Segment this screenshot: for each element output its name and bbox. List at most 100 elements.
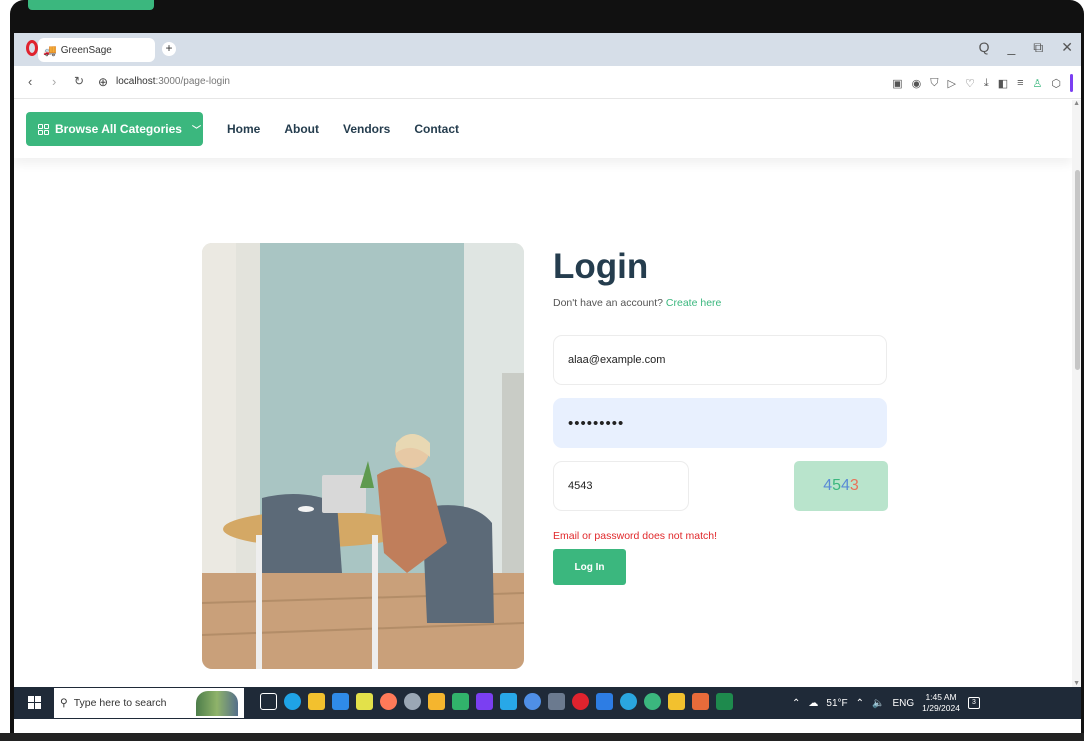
heart-icon[interactable]: ♡ — [965, 77, 975, 90]
captcha-char: 4 — [823, 477, 833, 494]
excel-icon[interactable] — [716, 693, 733, 710]
browse-categories-button[interactable]: Browse All Categories ﹀ — [26, 112, 203, 146]
chevron-down-icon: ﹀ — [191, 124, 201, 135]
weather-temp[interactable]: 51°F — [826, 698, 847, 709]
opera-logo-icon[interactable] — [26, 40, 38, 56]
address-bar: ‹ › ↻ ⊕ localhost:3000/page-login ▣ ◉ ⛉ … — [14, 66, 1081, 99]
scroll-down-icon[interactable]: ▼ — [1073, 680, 1080, 687]
main-nav: Home About Vendors Contact — [227, 122, 459, 136]
search-icon: ⚲ — [60, 697, 68, 709]
network-icon[interactable]: ⌃ — [856, 698, 864, 709]
app-icon[interactable] — [500, 693, 517, 710]
back-icon[interactable]: ‹ — [28, 74, 32, 89]
app-icon[interactable] — [428, 693, 445, 710]
nav-contact[interactable]: Contact — [414, 122, 459, 136]
woman-at-laptop-illustration — [202, 243, 524, 669]
windows-taskbar: ⚲ Type here to search ⌃ ☁ 51°F ⌃ 🔈 ENG 1… — [14, 687, 1081, 719]
browser-tab[interactable]: 🚚 GreenSage — [38, 38, 155, 62]
signup-prompt: Don't have an account? Create here — [553, 297, 722, 309]
volume-icon[interactable]: 🔈 — [872, 698, 884, 709]
notification-icon[interactable]: 3 — [967, 697, 980, 709]
battery-icon[interactable]: ◧ — [998, 77, 1008, 90]
nav-vendors[interactable]: Vendors — [343, 122, 390, 136]
screen: 🚚 GreenSage + Q _ ⧉ ✕ ‹ › ↻ ⊕ localhost:… — [14, 33, 1081, 733]
url-field[interactable]: localhost:3000/page-login — [116, 76, 230, 87]
profile-icon[interactable]: ♙ — [1033, 77, 1043, 90]
device-bezel-bottom — [0, 733, 1084, 741]
app-icon[interactable] — [524, 693, 541, 710]
window-controls: Q _ ⧉ ✕ — [979, 39, 1073, 56]
close-button[interactable]: ✕ — [1061, 39, 1073, 56]
scroll-thumb[interactable] — [1075, 170, 1080, 370]
weather-icon[interactable]: ☁ — [808, 698, 818, 709]
captcha-input[interactable]: 4543 — [553, 461, 689, 511]
system-tray: ⌃ ☁ 51°F ⌃ 🔈 ENG 1:45 AM 1/29/2024 3 — [792, 687, 980, 719]
browser-toolbar: ▣ ◉ ⛉ ▷ ♡ ⤓ ◧ ≡ ♙ ⬡ — [892, 74, 1073, 92]
scroll-up-icon[interactable]: ▲ — [1073, 100, 1080, 107]
app-icon[interactable] — [452, 693, 469, 710]
tab-search-icon[interactable]: Q — [979, 39, 990, 56]
browser-tabbar: 🚚 GreenSage + Q _ ⧉ ✕ — [14, 33, 1081, 66]
grid-icon — [38, 123, 49, 135]
windows-start-icon[interactable] — [28, 696, 41, 709]
captcha-code: 4543 — [794, 461, 888, 511]
sidebar-indicator — [1070, 74, 1073, 92]
site-favicon-icon: 🚚 — [43, 44, 57, 57]
tray-expand-icon[interactable]: ⌃ — [792, 698, 800, 709]
vscode-icon[interactable] — [596, 693, 613, 710]
folder-icon[interactable] — [668, 693, 685, 710]
edge-icon[interactable] — [284, 693, 301, 710]
app-icon[interactable] — [404, 693, 421, 710]
new-tab-button[interactable]: + — [162, 42, 176, 56]
tab-title: GreenSage — [60, 44, 112, 56]
site-header: Browse All Categories ﹀ Home About Vendo… — [14, 100, 1072, 158]
taskbar-search[interactable]: ⚲ Type here to search — [54, 688, 244, 718]
pycharm-icon[interactable] — [356, 693, 373, 710]
mail-icon[interactable] — [332, 693, 349, 710]
forward-icon[interactable]: › — [52, 74, 56, 89]
app-icon[interactable] — [548, 693, 565, 710]
nav-about[interactable]: About — [284, 122, 319, 136]
shield-icon[interactable]: ⛉ — [930, 77, 938, 90]
nav-home[interactable]: Home — [227, 122, 260, 136]
photoshop-icon[interactable] — [476, 693, 493, 710]
task-view-icon[interactable] — [260, 693, 277, 710]
restore-button[interactable]: ⧉ — [1033, 39, 1043, 56]
pinned-apps — [260, 693, 733, 710]
telegram-icon[interactable] — [620, 693, 637, 710]
captcha-char: 4 — [841, 477, 850, 494]
notification-count: 3 — [972, 699, 976, 706]
language-indicator[interactable]: ENG — [892, 698, 914, 709]
taskbar-search-placeholder: Type here to search — [73, 697, 167, 709]
snapshot-icon[interactable]: ▣ — [892, 77, 902, 90]
chrome-icon[interactable] — [380, 693, 397, 710]
play-icon[interactable]: ▷ — [947, 77, 955, 90]
browse-label: Browse All Categories — [55, 122, 182, 136]
globe-icon: ⊕ — [98, 75, 109, 89]
page-content: Browse All Categories ﹀ Home About Vendo… — [14, 100, 1081, 687]
password-field[interactable]: ••••••••• — [553, 398, 887, 448]
extensions-icon[interactable]: ⬡ — [1051, 77, 1061, 90]
download-icon[interactable]: ⤓ — [984, 77, 989, 90]
bezel-accent — [28, 0, 154, 10]
menu-icon[interactable]: ≡ — [1017, 77, 1023, 89]
minimize-button[interactable]: _ — [1007, 39, 1015, 56]
camera-icon[interactable]: ◉ — [912, 77, 922, 90]
search-highlight-image — [196, 691, 238, 716]
email-field[interactable]: alaa@example.com — [553, 335, 887, 385]
captcha-char: 5 — [832, 477, 841, 494]
captcha-char: 3 — [849, 477, 859, 494]
opera-taskbar-icon[interactable] — [572, 693, 589, 710]
error-message: Email or password does not match! — [553, 530, 717, 542]
clock[interactable]: 1:45 AM 1/29/2024 — [922, 692, 960, 714]
login-title: Login — [553, 247, 649, 286]
device-bezel-top — [10, 0, 1084, 33]
app-icon[interactable] — [644, 693, 661, 710]
clock-date: 1/29/2024 — [922, 703, 960, 713]
create-account-link[interactable]: Create here — [666, 297, 721, 309]
login-button[interactable]: Log In — [553, 549, 626, 585]
file-explorer-icon[interactable] — [308, 693, 325, 710]
git-icon[interactable] — [692, 693, 709, 710]
page-scrollbar[interactable]: ▲ ▼ — [1072, 100, 1081, 687]
reload-icon[interactable]: ↻ — [74, 74, 84, 88]
